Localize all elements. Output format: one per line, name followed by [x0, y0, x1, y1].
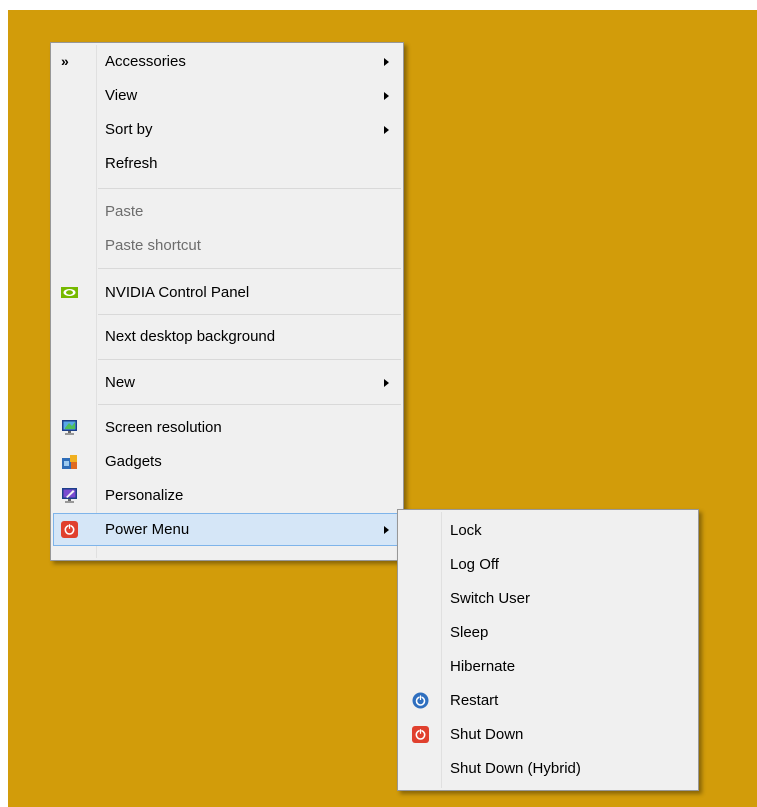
- menu-separator: [98, 188, 401, 189]
- menu-item-personalize[interactable]: Personalize: [53, 479, 401, 512]
- desktop-context-menu: » Accessories View Sort by Refresh Paste…: [50, 42, 404, 561]
- nvidia-icon: [61, 284, 78, 301]
- menu-item-power-menu[interactable]: Power Menu: [53, 513, 401, 546]
- menu-separator: [98, 314, 401, 315]
- menu-item-refresh[interactable]: Refresh: [53, 147, 401, 180]
- submenu-item-label: Restart: [450, 692, 499, 709]
- submenu-item-label: Log Off: [450, 556, 499, 573]
- menu-item-nvidia-control-panel[interactable]: NVIDIA Control Panel: [53, 276, 401, 309]
- menu-item-label: Next desktop background: [105, 328, 276, 345]
- submenu-item-label: Sleep: [450, 624, 489, 641]
- menu-separator: [98, 359, 401, 360]
- menu-item-label: Refresh: [105, 155, 158, 172]
- menu-item-paste: Paste: [53, 195, 401, 228]
- menu-item-label: Personalize: [105, 487, 184, 504]
- submenu-item-label: Hibernate: [450, 658, 516, 675]
- monitor-icon: [61, 419, 78, 436]
- power-submenu: Lock Log Off Switch User Sleep Hibernate…: [397, 509, 699, 791]
- chevron-double-right-icon: »: [61, 53, 69, 69]
- power-icon: [61, 521, 78, 538]
- menu-item-view[interactable]: View: [53, 79, 401, 112]
- submenu-item-switch-user[interactable]: Switch User: [400, 582, 696, 615]
- submenu-arrow-icon: [384, 126, 389, 134]
- submenu-item-label: Switch User: [450, 590, 531, 607]
- submenu-item-shut-down-hybrid[interactable]: Shut Down (Hybrid): [400, 752, 696, 785]
- menu-item-new[interactable]: New: [53, 366, 401, 399]
- submenu-item-log-off[interactable]: Log Off: [400, 548, 696, 581]
- menu-separator: [98, 268, 401, 269]
- menu-item-next-desktop-background[interactable]: Next desktop background: [53, 320, 401, 353]
- submenu-item-label: Lock: [450, 522, 482, 539]
- menu-item-label: Paste: [105, 203, 144, 220]
- submenu-arrow-icon: [384, 526, 389, 534]
- menu-item-label: Accessories: [105, 53, 186, 70]
- submenu-arrow-icon: [384, 379, 389, 387]
- menu-item-label: Sort by: [105, 121, 153, 138]
- menu-item-label: Paste shortcut: [105, 237, 201, 254]
- submenu-item-label: Shut Down (Hybrid): [450, 760, 581, 777]
- menu-separator: [98, 404, 401, 405]
- menu-item-sort-by[interactable]: Sort by: [53, 113, 401, 146]
- menu-item-accessories[interactable]: » Accessories: [53, 45, 401, 78]
- personalize-icon: [61, 487, 78, 504]
- menu-item-gadgets[interactable]: Gadgets: [53, 445, 401, 478]
- submenu-item-lock[interactable]: Lock: [400, 514, 696, 547]
- menu-item-label: New: [105, 374, 136, 391]
- gadgets-icon: [61, 453, 78, 470]
- menu-item-label: NVIDIA Control Panel: [105, 284, 250, 301]
- menu-item-paste-shortcut: Paste shortcut: [53, 229, 401, 262]
- submenu-arrow-icon: [384, 58, 389, 66]
- submenu-item-hibernate[interactable]: Hibernate: [400, 650, 696, 683]
- submenu-item-sleep[interactable]: Sleep: [400, 616, 696, 649]
- menu-item-label: Power Menu: [105, 521, 190, 538]
- submenu-item-label: Shut Down: [450, 726, 524, 743]
- submenu-arrow-icon: [384, 92, 389, 100]
- shutdown-icon: [412, 726, 429, 743]
- menu-item-label: View: [105, 87, 138, 104]
- restart-icon: [412, 692, 429, 709]
- menu-item-label: Gadgets: [105, 453, 162, 470]
- menu-item-screen-resolution[interactable]: Screen resolution: [53, 411, 401, 444]
- menu-item-label: Screen resolution: [105, 419, 222, 436]
- submenu-item-shut-down[interactable]: Shut Down: [400, 718, 696, 751]
- submenu-item-restart[interactable]: Restart: [400, 684, 696, 717]
